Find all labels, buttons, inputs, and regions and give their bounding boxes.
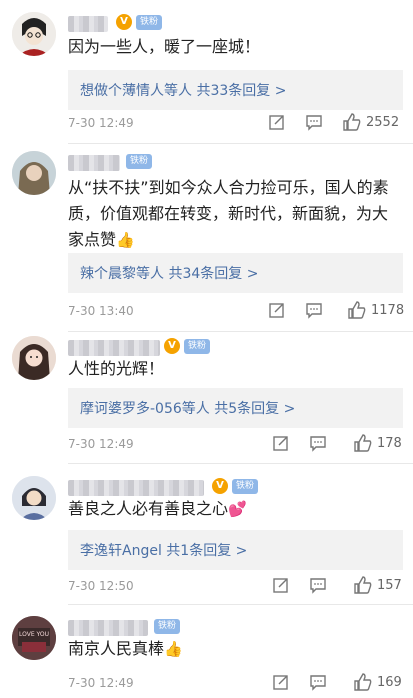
repost-icon[interactable] — [268, 113, 286, 131]
divider — [68, 463, 413, 464]
comment-text: 因为一些人，暖了一座城！ — [68, 37, 261, 56]
avatar-text: LOVE YOU — [19, 631, 49, 638]
avatar[interactable] — [12, 151, 56, 195]
repost-icon[interactable] — [272, 434, 290, 452]
like-count: 157 — [377, 578, 402, 593]
avatar-image — [12, 12, 56, 56]
like-count: 178 — [377, 436, 402, 451]
timestamp: 7-30 13:40 — [68, 304, 134, 318]
like-count: 169 — [377, 675, 402, 690]
verified-v-icon: V — [164, 338, 180, 354]
replies-preview[interactable]: 李逸轩Angel 共1条回复 > — [68, 530, 403, 570]
avatar[interactable]: LOVE YOU — [12, 616, 56, 660]
replies-preview[interactable]: 摩诃婆罗多-056等人 共5条回复 > — [68, 388, 403, 428]
comment-text-content: 南京人民真棒 — [68, 639, 165, 658]
fan-badge: 铁粉 — [232, 479, 259, 494]
heart-emoji-icon: 💕 — [228, 500, 247, 518]
comment-icon[interactable] — [309, 434, 327, 452]
comment-text: 人性的光辉！ — [68, 359, 165, 378]
divider — [68, 331, 413, 332]
avatar-image — [12, 151, 56, 195]
replies-preview[interactable]: 想做个薄情人等人 共33条回复 > — [68, 70, 403, 110]
username-censored[interactable] — [68, 340, 160, 356]
timestamp: 7-30 12:49 — [68, 116, 134, 130]
avatar-image: LOVE YOU — [12, 616, 56, 660]
fan-badge: 铁粉 — [184, 339, 211, 354]
avatar[interactable] — [12, 476, 56, 520]
thumbs-up-emoji-icon: 👍 — [116, 231, 135, 249]
comment-text-content: 善良之人必有善良之心 — [68, 499, 229, 518]
comment-icon[interactable] — [305, 301, 323, 319]
avatar-image — [12, 476, 56, 520]
like-count: 2552 — [366, 115, 400, 130]
replies-link[interactable]: 摩诃婆罗多-056等人 共5条回复 > — [80, 398, 295, 418]
replies-link[interactable]: 想做个薄情人等人 共33条回复 > — [80, 80, 286, 100]
like-thumb-icon[interactable] — [353, 433, 373, 453]
comment-text: 善良之人必有善良之心💕 — [68, 496, 403, 522]
timestamp: 7-30 12:49 — [68, 676, 134, 690]
comment-text: 南京人民真棒👍 — [68, 636, 403, 662]
repost-icon[interactable] — [272, 576, 290, 594]
like-thumb-icon[interactable] — [347, 300, 367, 320]
avatar-image — [12, 336, 56, 380]
comment-icon[interactable] — [309, 576, 327, 594]
username-censored[interactable] — [68, 16, 108, 32]
verified-v-icon: V — [212, 478, 228, 494]
timestamp: 7-30 12:49 — [68, 437, 134, 451]
avatar[interactable] — [12, 12, 56, 56]
username-censored[interactable] — [68, 620, 148, 636]
comment-icon[interactable] — [309, 673, 327, 691]
username-censored[interactable] — [68, 480, 204, 496]
thumbs-up-emoji-icon: 👍 — [164, 640, 183, 658]
fan-badge: 铁粉 — [126, 154, 153, 169]
fan-badge: 铁粉 — [136, 15, 163, 30]
verified-v-icon: V — [116, 14, 132, 30]
like-thumb-icon[interactable] — [353, 672, 373, 692]
replies-link[interactable]: 李逸轩Angel 共1条回复 > — [80, 540, 247, 560]
like-thumb-icon[interactable] — [342, 112, 362, 132]
like-count: 1178 — [371, 303, 405, 318]
repost-icon[interactable] — [268, 301, 286, 319]
like-thumb-icon[interactable] — [353, 575, 373, 595]
comment-text: 从“扶不扶”到如今众人合力捡可乐，国人的素质，价值观都在转变，新时代，新面貌，为… — [68, 175, 403, 253]
divider — [68, 604, 413, 605]
replies-preview[interactable]: 辣个晨黎等人 共34条回复 > — [68, 253, 403, 293]
replies-link[interactable]: 辣个晨黎等人 共34条回复 > — [80, 263, 258, 283]
timestamp: 7-30 12:50 — [68, 579, 134, 593]
repost-icon[interactable] — [272, 673, 290, 691]
divider — [68, 143, 413, 144]
username-censored[interactable] — [68, 155, 120, 171]
fan-badge: 铁粉 — [154, 619, 181, 634]
comment-icon[interactable] — [305, 113, 323, 131]
avatar[interactable] — [12, 336, 56, 380]
